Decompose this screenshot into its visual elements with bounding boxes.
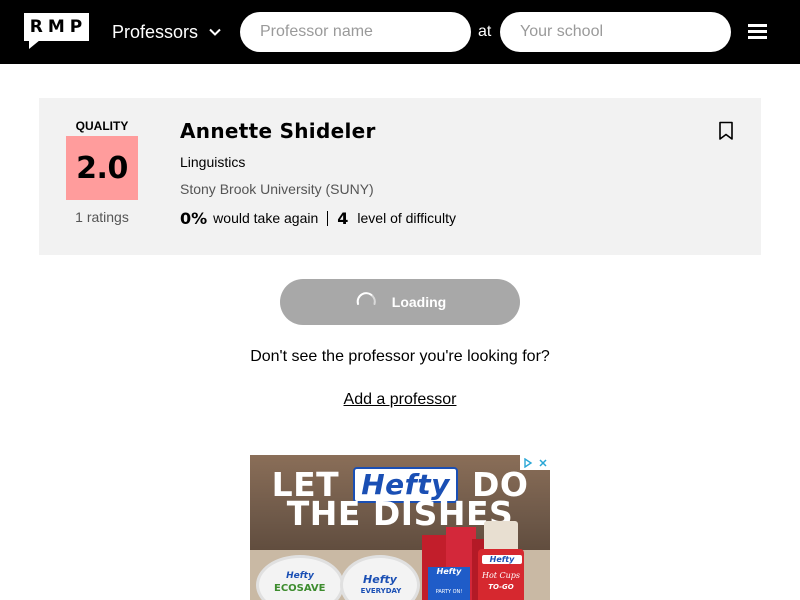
- ad-plate2-label: EVERYDAY: [360, 587, 402, 595]
- professor-card[interactable]: QUALITY 2.0 1 ratings Annette Shideler L…: [39, 98, 761, 255]
- top-navbar: RMP Professors at: [0, 0, 800, 64]
- ad-pack-label: PARTY ON!: [435, 589, 463, 595]
- ad-hot-cup-label: Hot Cups: [481, 571, 521, 580]
- feedback-summary: 0% would take again 4 level of difficult…: [180, 208, 456, 228]
- add-professor-container: Add a professor: [0, 391, 800, 409]
- ad-controls: [520, 455, 550, 470]
- no-professor-message: Don't see the professor you're looking f…: [250, 348, 550, 365]
- professor-school: Stony Brook University (SUNY): [180, 181, 374, 197]
- adchoices-icon[interactable]: [520, 455, 535, 470]
- rating-value: 2.0: [76, 150, 128, 186]
- professor-name[interactable]: Annette Shideler: [180, 119, 376, 143]
- ad-plate1-label: ECOSAVE: [274, 583, 326, 594]
- load-more-label: Loading: [391, 294, 447, 310]
- rmp-logo[interactable]: RMP: [24, 13, 89, 49]
- ad-plate1-brand: Hefty: [286, 571, 314, 581]
- loading-spinner-icon: [356, 292, 376, 305]
- logo-speech-tail: [29, 40, 40, 49]
- professor-search-input[interactable]: [240, 12, 471, 52]
- ad-pack-brand: Hefty: [436, 567, 462, 576]
- quality-label: QUALITY: [75, 119, 129, 133]
- ratings-count: 1 ratings: [75, 209, 129, 225]
- would-take-again-label: would take again: [213, 210, 319, 226]
- ad-close-icon[interactable]: [535, 455, 550, 470]
- chevron-down-icon: [209, 28, 221, 36]
- hamburger-menu-icon[interactable]: [748, 24, 768, 40]
- rating-badge: 2.0: [66, 136, 138, 200]
- feedback-divider: [327, 210, 329, 226]
- professor-department: Linguistics: [180, 154, 246, 170]
- logo-text: RMP: [29, 17, 88, 37]
- would-take-again-value: 0%: [180, 208, 208, 228]
- difficulty-value: 4: [337, 208, 349, 228]
- bookmark-icon[interactable]: [718, 121, 734, 141]
- search-type-dropdown[interactable]: Professors: [112, 18, 222, 46]
- difficulty-label: level of difficulty: [357, 210, 456, 226]
- at-label: at: [478, 23, 492, 40]
- ad-hot-cup-brand: Hefty: [482, 555, 522, 564]
- search-type-label: Professors: [112, 21, 199, 42]
- load-more-button[interactable]: Loading: [280, 279, 520, 325]
- advertisement-banner[interactable]: LET Hefty DO THE DISHES Hefty ECOSAVE He…: [250, 455, 550, 600]
- ad-hot-cup-sub: TO-GO: [488, 583, 514, 591]
- ad-plate2-brand: Hefty: [363, 573, 397, 586]
- add-professor-link[interactable]: Add a professor: [344, 391, 457, 408]
- school-search-input[interactable]: [500, 12, 731, 52]
